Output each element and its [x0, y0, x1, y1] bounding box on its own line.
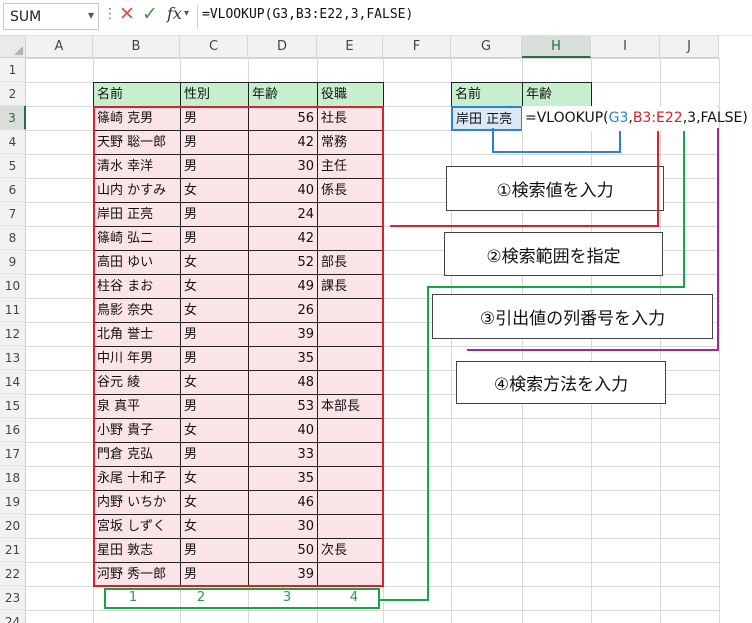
row-header-9[interactable]: 9: [0, 250, 26, 274]
range-outline: [93, 106, 384, 587]
column-header-a[interactable]: A: [26, 36, 93, 58]
cancel-icon[interactable]: ✕: [119, 3, 135, 25]
row-header-3[interactable]: 3: [0, 106, 26, 130]
callout-search-method: ④検索方法を入力: [456, 361, 666, 404]
formula-part: G3: [608, 110, 629, 126]
column-header-i[interactable]: I: [591, 36, 660, 58]
column-number-label: 2: [196, 590, 206, 605]
table-header-cell[interactable]: 役職: [317, 82, 384, 107]
column-number-label: 1: [128, 590, 138, 605]
select-all-icon: [14, 46, 23, 55]
gridline-h: [26, 610, 719, 611]
name-box[interactable]: SUM ▾: [3, 3, 99, 30]
formula-part: B3:E22: [632, 110, 683, 126]
formula-bar: SUM ▾ ⋮ ✕ ✓ fx ▾ =VLOOKUP(G3,B3:E22,3,FA…: [0, 0, 752, 36]
row-header-18[interactable]: 18: [0, 466, 26, 490]
row-header-12[interactable]: 12: [0, 322, 26, 346]
row-header-4[interactable]: 4: [0, 130, 26, 154]
more-options-icon[interactable]: ⋮: [103, 6, 117, 22]
row-header-1[interactable]: 1: [0, 58, 26, 82]
column-header-h[interactable]: H: [522, 36, 591, 58]
column-header-g[interactable]: G: [451, 36, 522, 58]
chevron-down-icon[interactable]: ▾: [88, 8, 94, 22]
row-header-13[interactable]: 13: [0, 346, 26, 370]
row-header-24[interactable]: 24: [0, 610, 26, 623]
gridline-v: [719, 58, 720, 623]
row-header-5[interactable]: 5: [0, 154, 26, 178]
column-header-j[interactable]: J: [660, 36, 719, 58]
name-box-value: SUM: [10, 9, 42, 25]
enter-check-icon[interactable]: ✓: [142, 3, 158, 25]
table-header-cell[interactable]: 年齢: [248, 82, 318, 107]
row-header-15[interactable]: 15: [0, 394, 26, 418]
select-all-button[interactable]: [0, 36, 26, 58]
table-header-cell[interactable]: 名前: [93, 82, 181, 107]
row-header-10[interactable]: 10: [0, 274, 26, 298]
column-header-d[interactable]: D: [248, 36, 317, 58]
row-header-2[interactable]: 2: [0, 82, 26, 106]
row-header-14[interactable]: 14: [0, 370, 26, 394]
column-number-label: 3: [282, 590, 292, 605]
callout-search-value: ①検索値を入力: [446, 166, 664, 211]
active-formula-cell[interactable]: =VLOOKUP(G3,B3:E22,3,FALSE): [522, 106, 748, 131]
row-header-16[interactable]: 16: [0, 418, 26, 442]
column-header-f[interactable]: F: [383, 36, 451, 58]
row-header-8[interactable]: 8: [0, 226, 26, 250]
formula-part: =VLOOKUP(: [525, 110, 609, 126]
formula-input[interactable]: =VLOOKUP(G3,B3:E22,3,FALSE): [202, 7, 413, 22]
callout-column-number: ③引出値の列番号を入力: [432, 294, 713, 339]
column-number-label: 4: [349, 590, 359, 605]
excel-window: SUM ▾ ⋮ ✕ ✓ fx ▾ =VLOOKUP(G3,B3:E22,3,FA…: [0, 0, 752, 623]
table-header-cell[interactable]: 性別: [180, 82, 249, 107]
divider: [197, 5, 198, 29]
column-header-c[interactable]: C: [180, 36, 248, 58]
gridline-v: [591, 58, 592, 623]
row-header-6[interactable]: 6: [0, 178, 26, 202]
column-header-e[interactable]: E: [317, 36, 383, 58]
row-header-22[interactable]: 22: [0, 562, 26, 586]
row-header-20[interactable]: 20: [0, 514, 26, 538]
row-header-11[interactable]: 11: [0, 298, 26, 322]
lookup-name-cell[interactable]: 岸田 正亮: [451, 106, 523, 131]
row-header-23[interactable]: 23: [0, 586, 26, 610]
gridline-h: [26, 58, 719, 59]
chevron-down-icon[interactable]: ▾: [184, 8, 189, 19]
gridline-v: [522, 58, 523, 623]
gridline-v: [451, 58, 452, 623]
callout-search-range: ②検索範囲を指定: [444, 232, 663, 276]
row-header-21[interactable]: 21: [0, 538, 26, 562]
formula-part: ,3,FALSE): [682, 110, 748, 126]
spreadsheet-grid[interactable]: A B C D E F G H I J 1 2 3 4 5 6 7 8 9 10 11 12 13 14 15 16 17 18 19 2…: [0, 36, 752, 623]
column-header-b[interactable]: B: [93, 36, 180, 58]
gridline-v: [660, 58, 661, 623]
lookup-header-name[interactable]: 名前: [451, 82, 523, 107]
lookup-header-age[interactable]: 年齢: [522, 82, 592, 107]
column-number-box: [104, 588, 380, 609]
row-header-17[interactable]: 17: [0, 442, 26, 466]
row-header-7[interactable]: 7: [0, 202, 26, 226]
row-header-19[interactable]: 19: [0, 490, 26, 514]
insert-function-icon[interactable]: fx: [167, 4, 182, 23]
